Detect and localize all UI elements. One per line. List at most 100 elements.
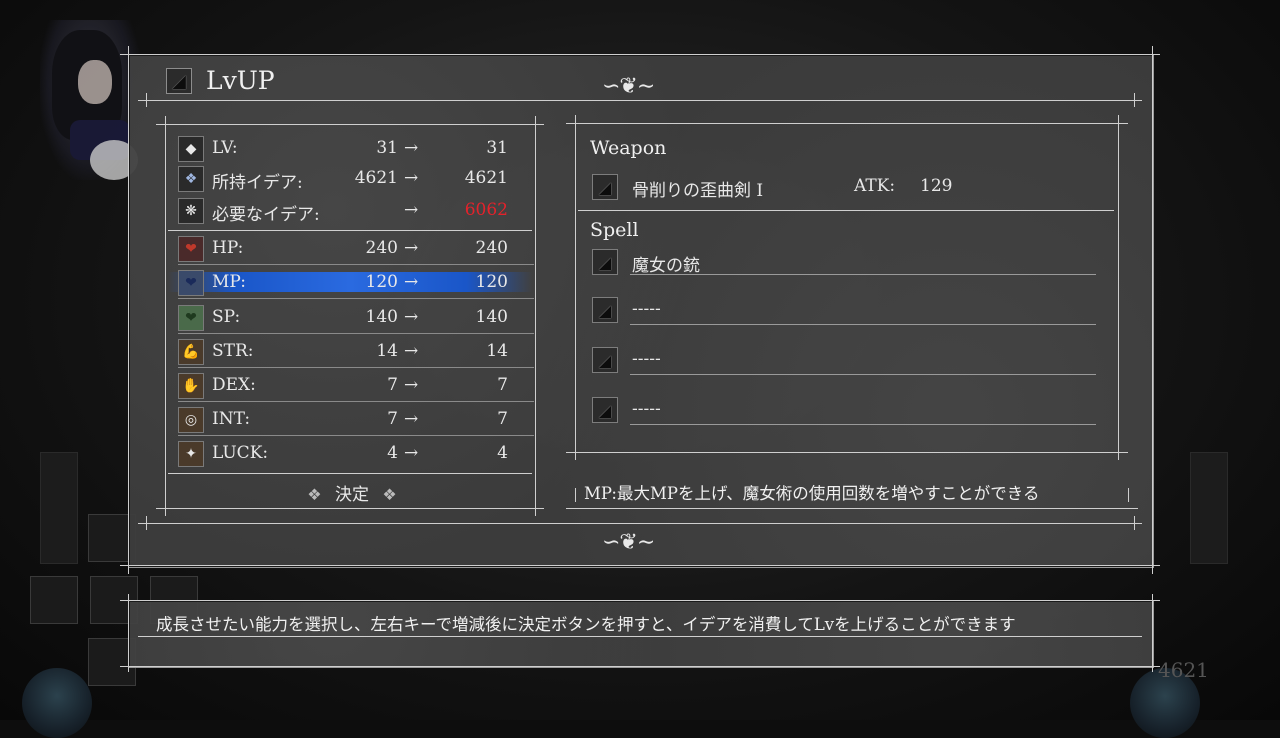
stats-box-right [535,116,536,516]
row-divider [178,298,534,299]
hand-dex-icon: ✋ [178,373,204,399]
heart-mp-icon: ❤ [178,270,204,296]
portrait-face [78,60,112,104]
spell-icon: ◢ [592,297,618,323]
stat-row-dex[interactable]: ✋ DEX: 7 → 7 [178,373,518,399]
spell-icon: ◢ [592,347,618,373]
spell-icon: ◢ [592,397,618,423]
brain-int-icon: ◎ [178,407,204,433]
help-frame-right [1152,594,1153,672]
ornament-left-icon: ❖ [307,485,322,504]
frame-line-bottom [120,565,1160,566]
row-divider [178,333,534,334]
stat-next: 140 [475,307,508,327]
spell-underline [630,424,1096,425]
stat-label: HP: [212,238,244,258]
stat-arrow: → [404,200,419,220]
frame-tick [1134,516,1135,530]
stats-box-left [165,116,166,516]
stat-arrow: → [404,375,419,395]
stat-label: LV: [212,138,238,158]
stat-row-str[interactable]: 💪 STR: 14 → 14 [178,339,518,365]
background-pillar-left [40,452,78,564]
stat-arrow: → [404,341,419,361]
stat-current: 140 [365,307,398,327]
stat-row-owned-idea: ❖ 所持イデア: 4621 → 4621 [178,166,518,193]
spell-icon: ◢ [592,249,618,275]
stat-description: MP:最大MPを上げ、魔女術の使用回数を増やすことができる [584,484,1040,503]
stat-current: 120 [365,272,398,292]
stats-divider [168,230,532,231]
stat-label: INT: [212,409,251,429]
stat-arrow: → [404,238,419,258]
stat-arrow: → [404,138,419,158]
stat-label: 所持イデア: [212,173,303,193]
stat-row-sp[interactable]: ❤ SP: 140 → 140 [178,305,518,331]
stat-next: 7 [497,409,508,429]
stat-next: 240 [475,238,508,258]
equip-box-top [566,123,1128,124]
hud-slot [30,576,78,624]
stats-box-top [156,124,544,125]
stat-row-mp[interactable]: ❤ MP: 120 → 120 [178,270,518,296]
stat-current: 31 [376,138,398,158]
ornament-top-icon: ∽❦∼ [602,74,655,99]
stat-arrow: → [404,443,419,463]
row-divider [178,264,534,265]
help-frame-left [128,594,129,672]
required-idea-icon: ❋ [178,198,204,224]
frame-tick [146,93,147,107]
spell-name: ----- [632,299,661,319]
row-divider [178,401,534,402]
stat-next-required: 6062 [464,200,508,220]
spell-slot: ◢ ----- [592,297,1112,327]
stat-row-int[interactable]: ◎ INT: 7 → 7 [178,407,518,433]
stat-arrow: → [404,409,419,429]
atk-value: 129 [920,176,953,196]
lv-diamond-icon: ◆ [178,136,204,162]
ornament-right-icon: ❖ [382,485,397,504]
frame-line-top [120,54,1160,55]
stats-divider-bottom [168,473,532,474]
equip-divider [578,210,1114,211]
stat-next: 31 [486,138,508,158]
frame-inner-top [138,100,1142,101]
stat-row-luck[interactable]: ✦ LUCK: 4 → 4 [178,441,518,467]
spell-underline [630,274,1096,275]
equip-box-left [575,115,576,460]
arm-str-icon: 💪 [178,339,204,365]
frame-inner-bottom [138,523,1142,524]
frame-tick [1134,93,1135,107]
sword-icon: ◢ [592,174,618,200]
spell-slot: ◢ ----- [592,347,1112,377]
help-text: 成長させたい能力を選択し、左右キーで増減後に決定ボタンを押すと、イデアを消費して… [156,615,1016,634]
stat-row-lv: ◆ LV: 31 → 31 [178,136,518,162]
stat-current: 14 [376,341,398,361]
help-frame-bottom [120,666,1160,667]
spell-underline [630,374,1096,375]
frame-tick [146,516,147,530]
stat-next: 4621 [464,168,508,188]
stat-label: 必要なイデア: [212,205,320,225]
heart-hp-icon: ❤ [178,236,204,262]
stat-row-hp[interactable]: ❤ HP: 240 → 240 [178,236,518,262]
confirm-label: 決定 [335,485,369,505]
help-inner-line [138,636,1142,637]
frame-tick [575,488,576,502]
confirm-button[interactable]: ❖ 決定 ❖ [302,480,402,505]
stat-label: STR: [212,341,254,361]
stat-current: 7 [387,409,398,429]
star-luck-icon: ✦ [178,441,204,467]
spell-name: 魔女の銃 [632,256,700,276]
stat-next: 14 [486,341,508,361]
spell-name: ----- [632,349,661,369]
idea-snowflake-icon: ❖ [178,166,204,192]
row-divider [178,367,534,368]
equip-box-right [1118,115,1119,460]
stat-row-required-idea: ❋ 必要なイデア: → 6062 [178,198,518,225]
weapon-heading: Weapon [590,137,667,159]
help-frame-top [120,600,1160,601]
stat-label: MP: [212,272,246,292]
character-portrait [40,20,140,180]
spell-underline [630,324,1096,325]
